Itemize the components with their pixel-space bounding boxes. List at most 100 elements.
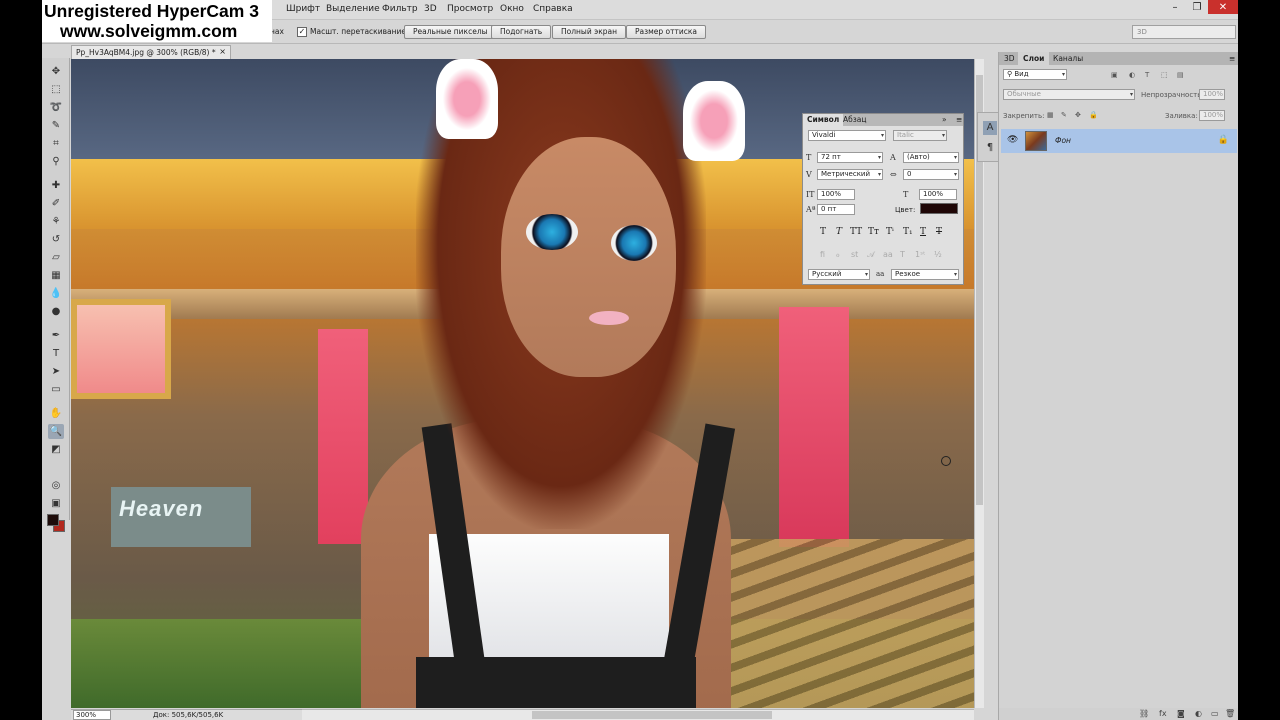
foreground-color-swatch[interactable] bbox=[47, 514, 59, 526]
swash-button[interactable]: 𝒜 bbox=[867, 250, 875, 260]
discretionary-ligatures-button[interactable]: st bbox=[851, 250, 858, 259]
paragraph-panel-icon[interactable]: ¶ bbox=[983, 141, 997, 155]
new-group-icon[interactable]: ▭ bbox=[1211, 709, 1219, 718]
menu-type[interactable]: Шрифт bbox=[286, 4, 320, 14]
horizontal-scale-field[interactable]: 100% bbox=[919, 189, 957, 200]
zoom-level-field[interactable]: 300% bbox=[73, 710, 111, 720]
small-caps-button[interactable]: Tт bbox=[868, 227, 879, 237]
lock-transparency-icon[interactable]: ▦ bbox=[1047, 111, 1054, 119]
delete-layer-icon[interactable]: 🗑 bbox=[1225, 709, 1235, 718]
move-tool-icon[interactable]: ✥ bbox=[48, 64, 64, 79]
filter-smart-object-icon[interactable]: ▤ bbox=[1177, 71, 1184, 79]
ligatures-button[interactable]: fi bbox=[820, 250, 825, 259]
ordinals-button[interactable]: 1ˢᵗ bbox=[915, 250, 925, 259]
shape-tool-icon[interactable]: ▭ bbox=[48, 382, 64, 397]
horizontal-scroll-thumb[interactable] bbox=[532, 711, 772, 719]
titling-alternates-button[interactable]: T bbox=[900, 250, 905, 259]
all-caps-button[interactable]: TT bbox=[850, 227, 862, 237]
pen-tool-icon[interactable]: ✒ bbox=[48, 328, 64, 343]
new-adjustment-icon[interactable]: ◐ bbox=[1195, 709, 1202, 718]
healing-brush-tool-icon[interactable]: ✚ bbox=[48, 178, 64, 193]
font-size-select[interactable]: 72 пт ▾ bbox=[817, 152, 883, 163]
close-icon[interactable]: ✕ bbox=[1208, 0, 1238, 14]
tab-channels[interactable]: Каналы bbox=[1048, 52, 1088, 65]
font-style-select[interactable]: Italic ▾ bbox=[893, 130, 947, 141]
visibility-eye-icon[interactable]: 👁 bbox=[1007, 135, 1018, 145]
clone-stamp-tool-icon[interactable]: ⚘ bbox=[48, 214, 64, 229]
character-panel-icon[interactable]: A bbox=[983, 121, 997, 135]
stylistic-alternates-button[interactable]: aa bbox=[883, 250, 893, 259]
strikethrough-button[interactable]: T bbox=[936, 227, 942, 237]
tab-layers[interactable]: Слои bbox=[1018, 52, 1050, 65]
underline-button[interactable]: T bbox=[920, 227, 926, 237]
document-size-info[interactable]: Док: 505,6K/505,6K bbox=[153, 711, 223, 719]
tab-paragraph[interactable]: Абзац bbox=[839, 114, 870, 126]
link-layers-icon[interactable]: ⛓ bbox=[1139, 709, 1149, 718]
tracking-select[interactable]: 0 ▾ bbox=[903, 169, 959, 180]
fill-screen-button[interactable]: Полный экран bbox=[552, 25, 627, 39]
lock-pixels-icon[interactable]: ✎ bbox=[1061, 111, 1067, 119]
superscript-button[interactable]: Tⁱ bbox=[886, 227, 894, 237]
language-select[interactable]: Русский ▾ bbox=[808, 269, 870, 280]
font-family-select[interactable]: Vivaldi ▾ bbox=[808, 130, 886, 141]
layer-kind-filter[interactable]: ⚲ Вид ▾ bbox=[1003, 69, 1067, 80]
antialias-select[interactable]: Резкое ▾ bbox=[891, 269, 959, 280]
fill-field[interactable]: 100% bbox=[1199, 110, 1225, 121]
filter-type-icon[interactable]: T bbox=[1145, 71, 1149, 79]
panel-menu-icon[interactable]: ≡ bbox=[952, 114, 966, 126]
close-tab-icon[interactable]: × bbox=[219, 47, 226, 56]
history-brush-tool-icon[interactable]: ↺ bbox=[48, 232, 64, 247]
blend-mode-select[interactable]: Обычные ▾ bbox=[1003, 89, 1135, 100]
horizontal-scrollbar[interactable] bbox=[302, 709, 974, 720]
maximize-icon[interactable]: ❐ bbox=[1186, 0, 1208, 14]
menu-filter[interactable]: Фильтр bbox=[382, 4, 418, 14]
scrubby-zoom-checkbox[interactable]: ✓ bbox=[297, 27, 307, 37]
quick-mask-icon[interactable]: ◎ bbox=[48, 478, 64, 493]
menu-window[interactable]: Окно bbox=[500, 4, 524, 14]
lasso-tool-icon[interactable]: ➰ bbox=[48, 100, 64, 115]
minimize-icon[interactable]: – bbox=[1164, 0, 1186, 14]
faux-italic-button[interactable]: T bbox=[836, 227, 842, 237]
path-selection-tool-icon[interactable]: ➤ bbox=[48, 364, 64, 379]
fit-screen-button[interactable]: Подогнать bbox=[491, 25, 552, 39]
dodge-tool-icon[interactable]: ● bbox=[48, 304, 64, 319]
layer-row-background[interactable]: 👁 Фон 🔒 bbox=[1001, 129, 1237, 153]
menu-view[interactable]: Просмотр bbox=[447, 4, 493, 14]
marquee-tool-icon[interactable]: ⬚ bbox=[48, 82, 64, 97]
menu-select[interactable]: Выделение bbox=[326, 4, 380, 14]
screen-mode-icon[interactable]: ▣ bbox=[48, 496, 64, 511]
filter-shape-icon[interactable]: ⬚ bbox=[1161, 71, 1168, 79]
lock-all-icon[interactable]: 🔒 bbox=[1089, 111, 1098, 119]
baseline-shift-field[interactable]: 0 пт bbox=[817, 204, 855, 215]
opacity-field[interactable]: 100% bbox=[1199, 89, 1225, 100]
hand-tool-icon[interactable]: ✋ bbox=[48, 406, 64, 421]
eyedropper-tool-icon[interactable]: ⚲ bbox=[48, 154, 64, 169]
panel-collapse-icon[interactable]: » bbox=[938, 114, 951, 126]
blur-tool-icon[interactable]: 💧 bbox=[48, 286, 64, 301]
quick-select-tool-icon[interactable]: ✎ bbox=[48, 118, 64, 133]
workspace-switcher[interactable]: 3D bbox=[1132, 25, 1236, 39]
subscript-button[interactable]: T₁ bbox=[903, 227, 913, 237]
filter-pixel-icon[interactable]: ▣ bbox=[1111, 71, 1118, 79]
add-mask-icon[interactable]: ◙ bbox=[1177, 709, 1185, 718]
filter-adjustment-icon[interactable]: ◐ bbox=[1129, 71, 1135, 79]
menu-help[interactable]: Справка bbox=[533, 4, 573, 14]
leading-select[interactable]: (Авто) ▾ bbox=[903, 152, 959, 163]
tab-character[interactable]: Символ bbox=[803, 114, 844, 126]
type-tool-icon[interactable]: T bbox=[48, 346, 64, 361]
kerning-select[interactable]: Метрический ▾ bbox=[817, 169, 883, 180]
fractions-button[interactable]: ½ bbox=[934, 250, 942, 259]
tab-3d[interactable]: 3D bbox=[999, 52, 1020, 65]
print-size-button[interactable]: Размер оттиска bbox=[626, 25, 706, 39]
eraser-tool-icon[interactable]: ▱ bbox=[48, 250, 64, 265]
layer-style-icon[interactable]: fx bbox=[1159, 709, 1167, 718]
menu-3d[interactable]: 3D bbox=[424, 4, 437, 14]
lock-position-icon[interactable]: ✥ bbox=[1075, 111, 1081, 119]
document-tab[interactable]: Pp_Hv3AqBM4.jpg @ 300% (RGB/8) * × bbox=[71, 45, 231, 59]
contextual-alternates-button[interactable]: ℴ bbox=[836, 250, 840, 259]
actual-pixels-button[interactable]: Реальные пикселы bbox=[404, 25, 497, 39]
gradient-tool-icon[interactable]: ▦ bbox=[48, 268, 64, 283]
zoom-tool-icon[interactable]: 🔍 bbox=[48, 424, 64, 439]
crop-tool-icon[interactable]: ⌗ bbox=[48, 136, 64, 151]
vertical-scale-field[interactable]: 100% bbox=[817, 189, 855, 200]
